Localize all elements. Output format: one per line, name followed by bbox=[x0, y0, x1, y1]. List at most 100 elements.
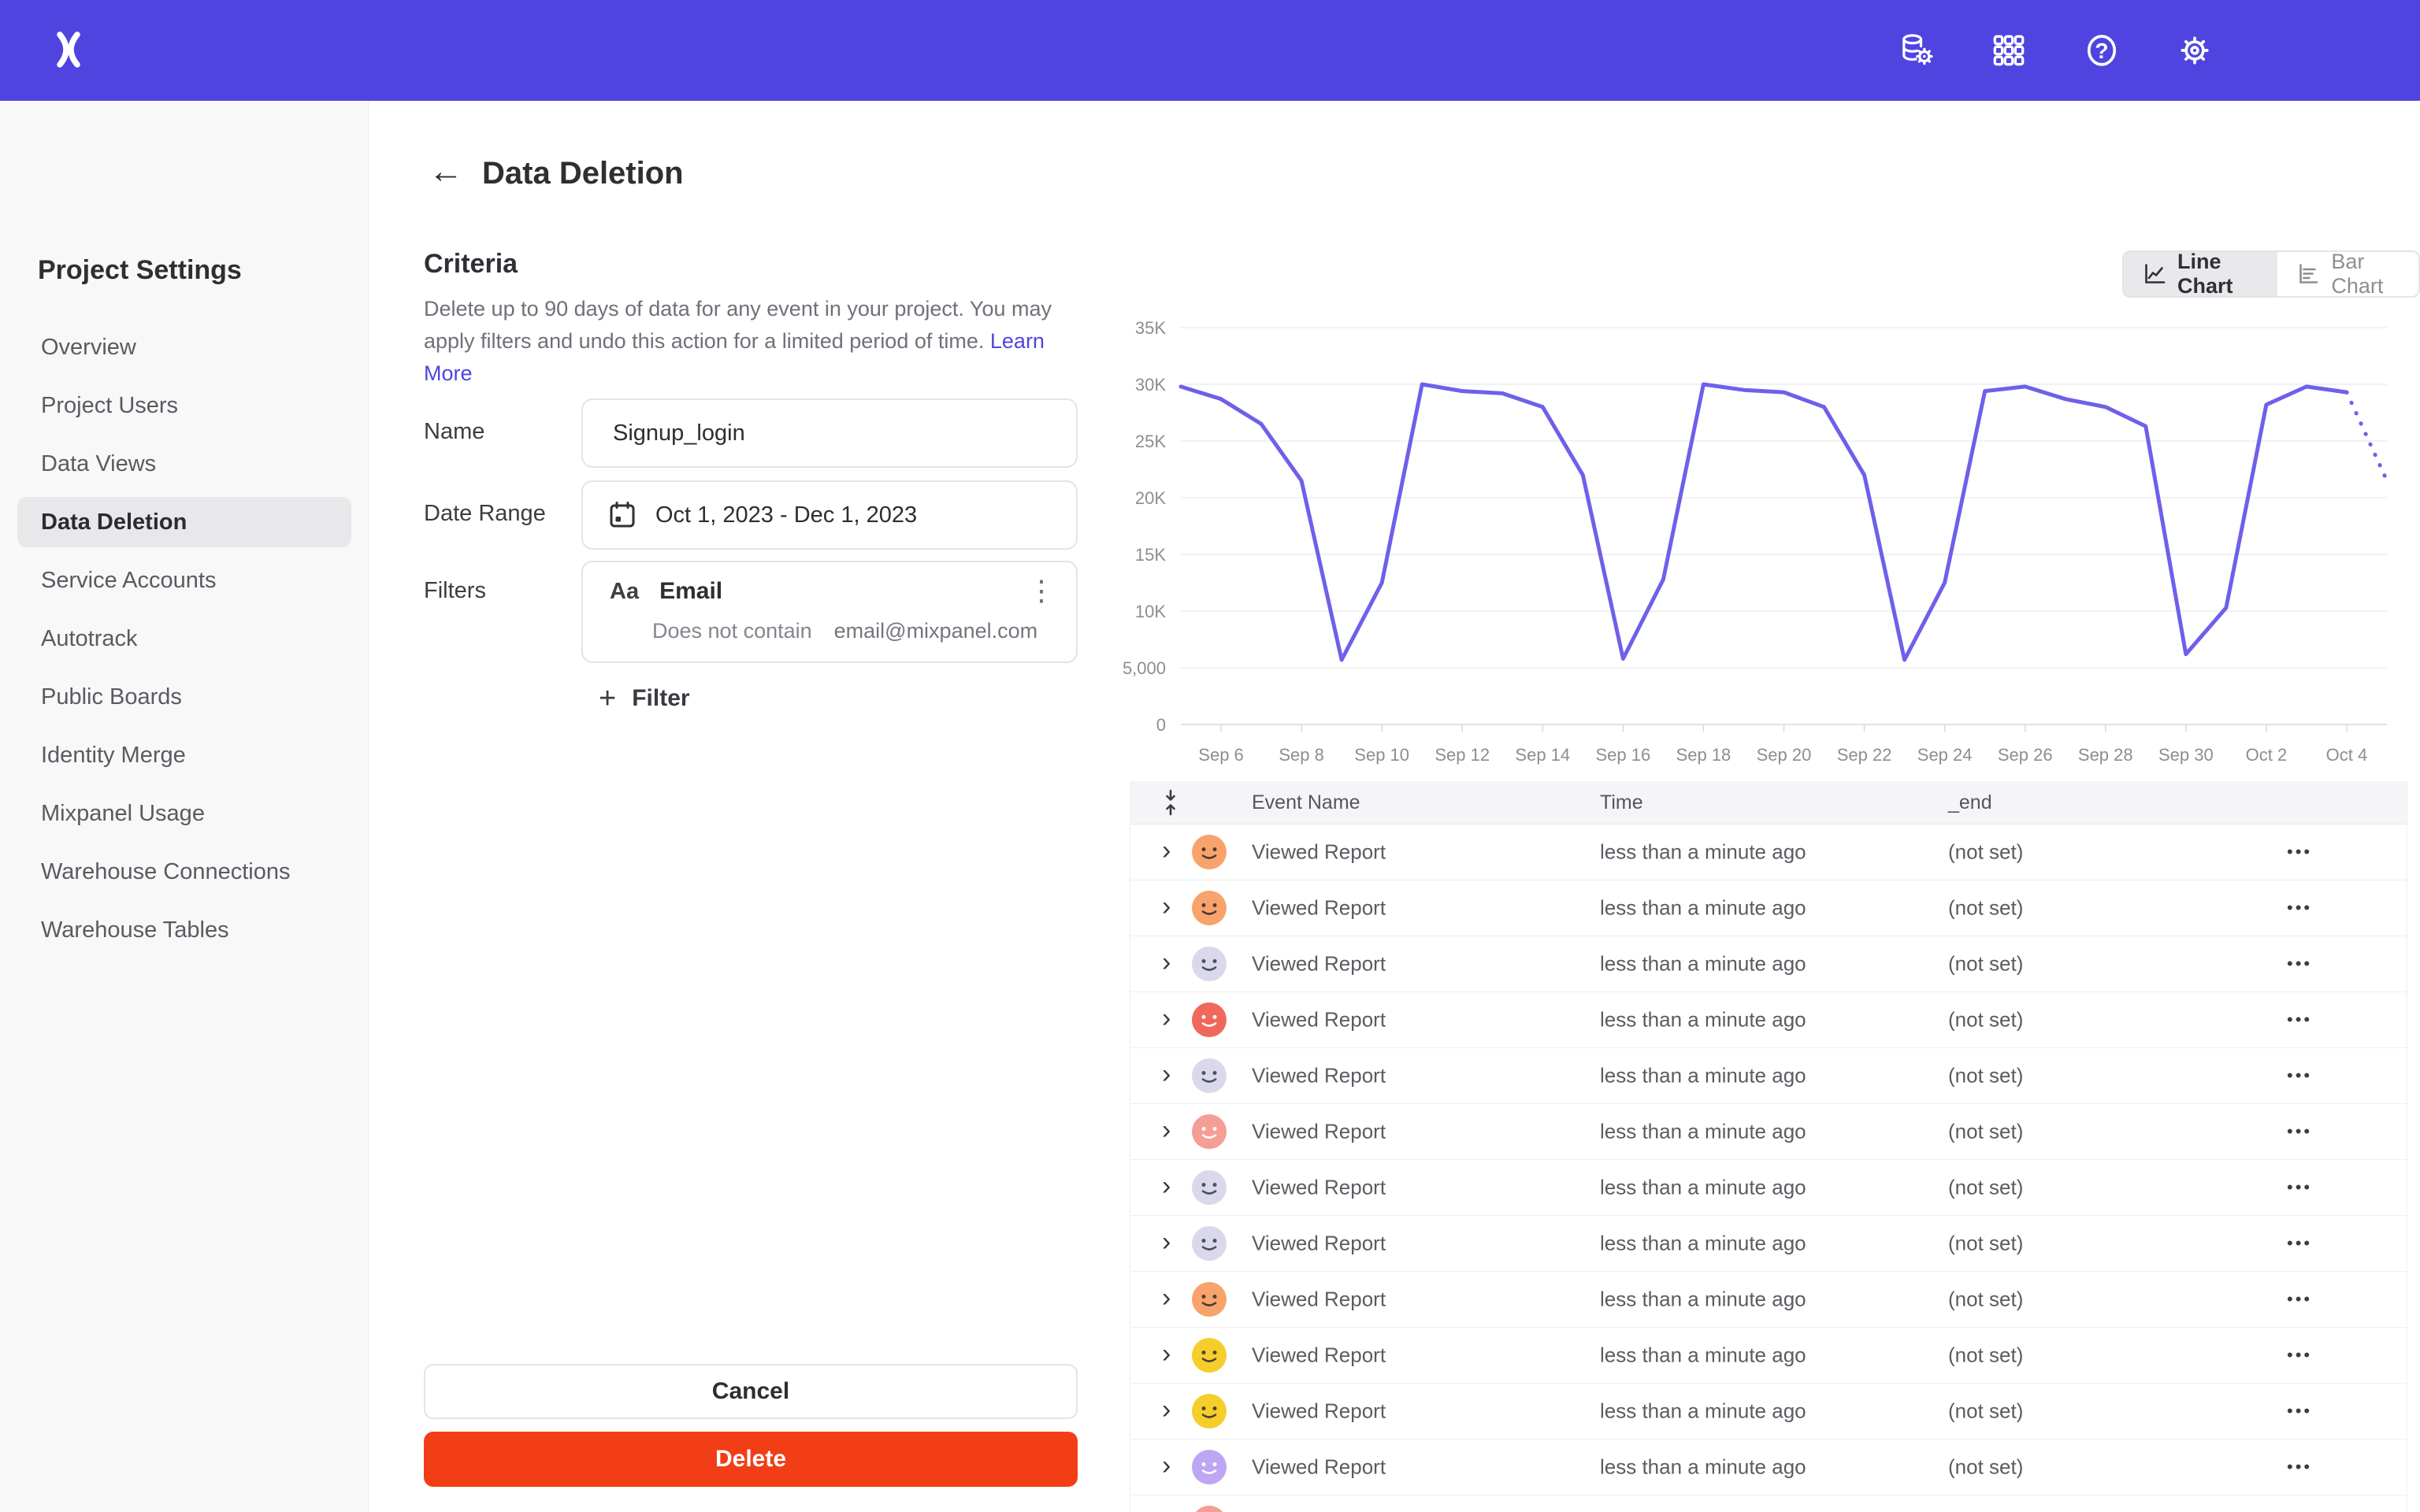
row-expand-chevron-icon[interactable]: › bbox=[1162, 1059, 1171, 1090]
sidebar-item-warehouse-connections[interactable]: Warehouse Connections bbox=[0, 843, 369, 901]
svg-text:20K: 20K bbox=[1135, 488, 1166, 508]
help-icon[interactable]: ? bbox=[2081, 30, 2122, 71]
filter-card[interactable]: Aa Email ⋮ Does not contain email@mixpan… bbox=[581, 561, 1078, 663]
sidebar-item-public-boards[interactable]: Public Boards bbox=[0, 668, 369, 726]
row-menu-icon[interactable]: ••• bbox=[2287, 1010, 2312, 1030]
time-cell: less than a minute ago bbox=[1600, 1232, 1806, 1256]
bar-chart-label: Bar Chart bbox=[2331, 250, 2400, 298]
row-menu-icon[interactable]: ••• bbox=[2287, 1345, 2312, 1366]
filter-value[interactable]: email@mixpanel.com bbox=[834, 619, 1038, 643]
event-name-cell: Viewed Report bbox=[1252, 1176, 1386, 1200]
sidebar-item-data-deletion[interactable]: Data Deletion bbox=[17, 497, 351, 547]
date-range-input[interactable]: Oct 1, 2023 - Dec 1, 2023 bbox=[581, 480, 1078, 550]
svg-text:5,000: 5,000 bbox=[1123, 658, 1166, 678]
sidebar-item-service-accounts[interactable]: Service Accounts bbox=[0, 551, 369, 610]
user-avatar bbox=[1192, 1394, 1227, 1429]
time-cell: less than a minute ago bbox=[1600, 1176, 1806, 1200]
filter-operator[interactable]: Does not contain bbox=[652, 619, 812, 643]
user-avatar bbox=[1192, 1002, 1227, 1037]
end-cell: (not set) bbox=[1948, 1399, 2023, 1424]
column-header-event-name[interactable]: Event Name bbox=[1252, 791, 1360, 814]
data-management-icon[interactable] bbox=[1895, 30, 1936, 71]
time-cell: less than a minute ago bbox=[1600, 1288, 1806, 1312]
add-filter-button[interactable]: + Filter bbox=[599, 684, 690, 713]
row-expand-chevron-icon[interactable]: › bbox=[1162, 1115, 1171, 1146]
app-root: ? Project Settings OverviewProject Users… bbox=[0, 0, 2420, 1512]
line-chart-label: Line Chart bbox=[2177, 250, 2257, 298]
row-expand-chevron-icon[interactable]: › bbox=[1162, 1171, 1171, 1202]
row-menu-icon[interactable]: ••• bbox=[2287, 1457, 2312, 1477]
row-menu-icon[interactable]: ••• bbox=[2287, 898, 2312, 918]
sidebar-item-warehouse-tables[interactable]: Warehouse Tables bbox=[0, 901, 369, 959]
column-header-end[interactable]: _end bbox=[1948, 791, 1992, 814]
apps-grid-icon[interactable] bbox=[1988, 30, 2029, 71]
name-input[interactable] bbox=[581, 398, 1078, 468]
top-navigation-bar: ? bbox=[0, 0, 2420, 101]
name-label: Name bbox=[424, 419, 484, 445]
filters-label: Filters bbox=[424, 578, 486, 604]
line-chart-icon bbox=[2143, 262, 2166, 286]
end-cell: (not set) bbox=[1948, 1008, 2023, 1032]
bar-chart-toggle-button[interactable]: Bar Chart bbox=[2276, 252, 2418, 296]
row-expand-chevron-icon[interactable]: › bbox=[1162, 1506, 1171, 1512]
mixpanel-logo-icon[interactable] bbox=[49, 32, 88, 72]
time-cell: less than a minute ago bbox=[1600, 840, 1806, 865]
sidebar-item-mixpanel-usage[interactable]: Mixpanel Usage bbox=[0, 784, 369, 843]
time-cell: less than a minute ago bbox=[1600, 1064, 1806, 1088]
time-cell: less than a minute ago bbox=[1600, 1399, 1806, 1424]
row-expand-chevron-icon[interactable]: › bbox=[1162, 891, 1171, 922]
event-name-cell: Viewed Report bbox=[1252, 952, 1386, 976]
cancel-button[interactable]: Cancel bbox=[424, 1364, 1078, 1419]
table-row: ›Viewed Reportless than a minute ago(not… bbox=[1130, 1272, 2407, 1328]
user-avatar bbox=[1192, 1058, 1227, 1093]
settings-gear-icon[interactable] bbox=[2174, 30, 2215, 71]
row-expand-chevron-icon[interactable]: › bbox=[1162, 1339, 1171, 1369]
svg-text:Sep 26: Sep 26 bbox=[1998, 745, 2053, 765]
user-avatar bbox=[1192, 1450, 1227, 1484]
table-header-row: Event Name Time _end bbox=[1130, 781, 2407, 825]
row-menu-icon[interactable]: ••• bbox=[2287, 1177, 2312, 1198]
sidebar-nav-list: OverviewProject UsersData ViewsData Dele… bbox=[0, 318, 369, 959]
column-header-time[interactable]: Time bbox=[1600, 791, 1643, 814]
sidebar-item-autotrack[interactable]: Autotrack bbox=[0, 610, 369, 668]
row-expand-chevron-icon[interactable]: › bbox=[1162, 836, 1171, 866]
row-expand-chevron-icon[interactable]: › bbox=[1162, 1283, 1171, 1314]
row-menu-icon[interactable]: ••• bbox=[2287, 1401, 2312, 1421]
user-avatar bbox=[1192, 835, 1227, 869]
svg-text:35K: 35K bbox=[1135, 318, 1166, 338]
row-menu-icon[interactable]: ••• bbox=[2287, 842, 2312, 862]
filter-property: Email bbox=[659, 578, 722, 605]
time-cell: less than a minute ago bbox=[1600, 952, 1806, 976]
time-cell: less than a minute ago bbox=[1600, 1455, 1806, 1480]
filter-kebab-menu-icon[interactable]: ⋮ bbox=[1027, 576, 1056, 605]
table-row: ›Viewed Reportless than a minute ago(not… bbox=[1130, 1048, 2407, 1104]
svg-text:Sep 24: Sep 24 bbox=[1917, 745, 1973, 765]
row-expand-chevron-icon[interactable]: › bbox=[1162, 1451, 1171, 1481]
back-arrow-icon[interactable]: ← bbox=[429, 154, 463, 189]
row-expand-chevron-icon[interactable]: › bbox=[1162, 1395, 1171, 1425]
table-row: ›Viewed Reportless than a minute ago(not… bbox=[1130, 1440, 2407, 1495]
sidebar-item-project-users[interactable]: Project Users bbox=[0, 376, 369, 435]
sidebar-item-identity-merge[interactable]: Identity Merge bbox=[0, 726, 369, 784]
row-expand-chevron-icon[interactable]: › bbox=[1162, 1003, 1171, 1034]
event-name-cell: Viewed Report bbox=[1252, 896, 1386, 921]
end-cell: (not set) bbox=[1948, 1120, 2023, 1144]
row-menu-icon[interactable]: ••• bbox=[2287, 1121, 2312, 1142]
svg-text:Sep 30: Sep 30 bbox=[2158, 745, 2214, 765]
event-name-cell: Viewed Report bbox=[1252, 1232, 1386, 1256]
row-menu-icon[interactable]: ••• bbox=[2287, 1289, 2312, 1310]
row-menu-icon[interactable]: ••• bbox=[2287, 1065, 2312, 1086]
sidebar-item-data-views[interactable]: Data Views bbox=[0, 435, 369, 493]
svg-text:?: ? bbox=[2095, 39, 2108, 63]
row-expand-chevron-icon[interactable]: › bbox=[1162, 1227, 1171, 1258]
bar-chart-icon bbox=[2296, 262, 2320, 286]
row-menu-icon[interactable]: ••• bbox=[2287, 954, 2312, 974]
line-chart-toggle-button[interactable]: Line Chart bbox=[2124, 252, 2276, 296]
topbar-icon-group: ? bbox=[1895, 0, 2215, 101]
row-menu-icon[interactable]: ••• bbox=[2287, 1233, 2312, 1254]
sort-rows-icon[interactable] bbox=[1159, 789, 1182, 821]
delete-button[interactable]: Delete bbox=[424, 1432, 1078, 1487]
sidebar-item-overview[interactable]: Overview bbox=[0, 318, 369, 376]
row-expand-chevron-icon[interactable]: › bbox=[1162, 947, 1171, 978]
end-cell: (not set) bbox=[1948, 1343, 2023, 1368]
